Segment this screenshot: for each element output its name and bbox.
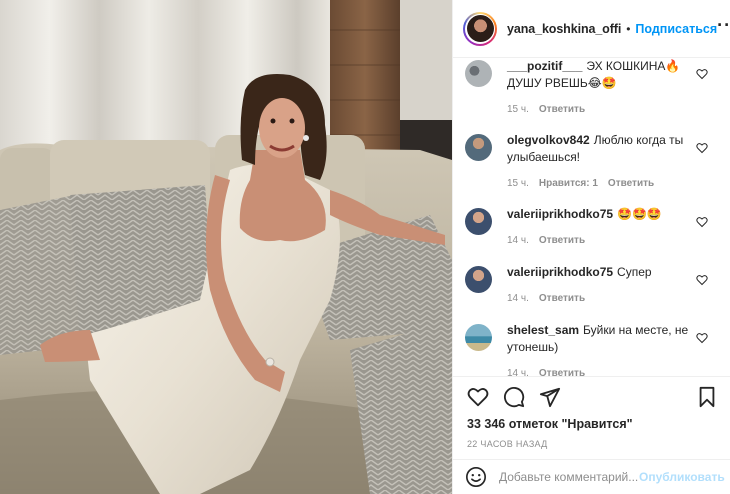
author-avatar[interactable] [463, 11, 497, 46]
comment-body: olegvolkov842 Люблю когда ты улыбаешься! … [507, 132, 697, 189]
comment-text-line: shelest_sam Буйки на месте, не утонешь) [507, 322, 697, 356]
comment-item: valeriiprikhodko75 🤩🤩🤩 14 ч. Ответить [465, 206, 720, 246]
comment-time[interactable]: 15 ч. [507, 104, 529, 115]
reply-button[interactable]: Ответить [539, 104, 585, 115]
avatar-image [466, 15, 494, 42]
commenter-avatar[interactable] [465, 134, 492, 161]
comment-text-line: ___pozitif___ ЭХ КОШКИНА🔥 ДУШУ РВЕШЬ😂🤩 [507, 58, 697, 92]
comment-likes-count[interactable]: Нравится: 1 [539, 178, 598, 189]
instagram-post: yana_koshkina_offi • Подписаться ··· ___… [0, 0, 730, 494]
heart-icon[interactable] [696, 332, 708, 344]
comment-item: valeriiprikhodko75 Супер 14 ч. Ответить [465, 264, 720, 304]
commenter-avatar[interactable] [465, 60, 492, 87]
comment-username[interactable]: ___pozitif___ [507, 59, 582, 73]
commenter-avatar[interactable] [465, 266, 492, 293]
comment-time[interactable]: 14 ч. [507, 235, 529, 246]
post-timestamp[interactable]: 22 ЧАСОВ НАЗАД [467, 439, 548, 449]
heart-icon[interactable] [467, 386, 489, 408]
heart-icon[interactable] [696, 216, 708, 228]
comment-icon[interactable] [503, 386, 525, 408]
like-count[interactable]: 33 346 отметок "Нравится" [467, 417, 633, 431]
action-icons [467, 386, 561, 408]
avatar-frame [465, 13, 495, 44]
comment-meta: 14 ч. Ответить [507, 293, 697, 304]
commenter-avatar[interactable] [465, 208, 492, 235]
comment-text-line: valeriiprikhodko75 🤩🤩🤩 [507, 206, 697, 223]
comment-username[interactable]: olegvolkov842 [507, 133, 590, 147]
add-comment-bar: Опубликовать [453, 459, 730, 494]
more-options-icon[interactable]: ··· [717, 15, 730, 42]
header-separator: • [626, 21, 631, 36]
comment-username[interactable]: shelest_sam [507, 323, 579, 337]
comment-username[interactable]: valeriiprikhodko75 [507, 265, 613, 279]
comment-item: ___pozitif___ ЭХ КОШКИНА🔥 ДУШУ РВЕШЬ😂🤩 15… [465, 58, 720, 115]
author-username[interactable]: yana_koshkina_offi [507, 22, 621, 36]
follow-button[interactable]: Подписаться [635, 22, 717, 36]
smiley-icon[interactable] [465, 466, 487, 488]
comment-item: olegvolkov842 Люблю когда ты улыбаешься! … [465, 132, 720, 189]
post-image [0, 0, 452, 494]
comment-time[interactable]: 14 ч. [507, 368, 529, 376]
heart-icon[interactable] [696, 68, 708, 80]
comment-meta: 15 ч. Нравится: 1 Ответить [507, 178, 697, 189]
comment-body: shelest_sam Буйки на месте, не утонешь) 1… [507, 322, 697, 376]
heart-icon[interactable] [696, 142, 708, 154]
comment-meta: 15 ч. Ответить [507, 104, 697, 115]
reply-button[interactable]: Ответить [539, 368, 585, 376]
post-actions: 33 346 отметок "Нравится" 22 ЧАСОВ НАЗАД… [453, 376, 730, 494]
comment-username[interactable]: valeriiprikhodko75 [507, 207, 613, 221]
comment-text-line: olegvolkov842 Люблю когда ты улыбаешься! [507, 132, 697, 166]
comments-list[interactable]: ___pozitif___ ЭХ КОШКИНА🔥 ДУШУ РВЕШЬ😂🤩 15… [453, 58, 730, 376]
reply-button[interactable]: Ответить [539, 293, 585, 304]
comment-meta: 14 ч. Ответить [507, 368, 697, 376]
commenter-avatar[interactable] [465, 324, 492, 351]
publish-button[interactable]: Опубликовать [639, 470, 725, 484]
heart-icon[interactable] [696, 274, 708, 286]
comment-input[interactable] [499, 470, 639, 484]
post-photo[interactable] [0, 0, 452, 494]
post-sidebar: yana_koshkina_offi • Подписаться ··· ___… [452, 0, 730, 494]
comment-body: valeriiprikhodko75 Супер 14 ч. Ответить [507, 264, 697, 304]
comment-item: shelest_sam Буйки на месте, не утонешь) 1… [465, 322, 720, 376]
comment-text: 🤩🤩🤩 [617, 207, 662, 221]
comment-text: Супер [617, 265, 652, 279]
comment-time[interactable]: 14 ч. [507, 293, 529, 304]
bookmark-icon[interactable] [696, 386, 718, 408]
comment-time[interactable]: 15 ч. [507, 178, 529, 189]
comment-meta: 14 ч. Ответить [507, 235, 697, 246]
comment-body: valeriiprikhodko75 🤩🤩🤩 14 ч. Ответить [507, 206, 697, 246]
paper-plane-icon[interactable] [539, 386, 561, 408]
post-header: yana_koshkina_offi • Подписаться ··· [453, 0, 730, 58]
reply-button[interactable]: Ответить [539, 235, 585, 246]
comment-text-line: valeriiprikhodko75 Супер [507, 264, 697, 281]
comment-body: ___pozitif___ ЭХ КОШКИНА🔥 ДУШУ РВЕШЬ😂🤩 15… [507, 58, 697, 115]
reply-button[interactable]: Ответить [608, 178, 654, 189]
